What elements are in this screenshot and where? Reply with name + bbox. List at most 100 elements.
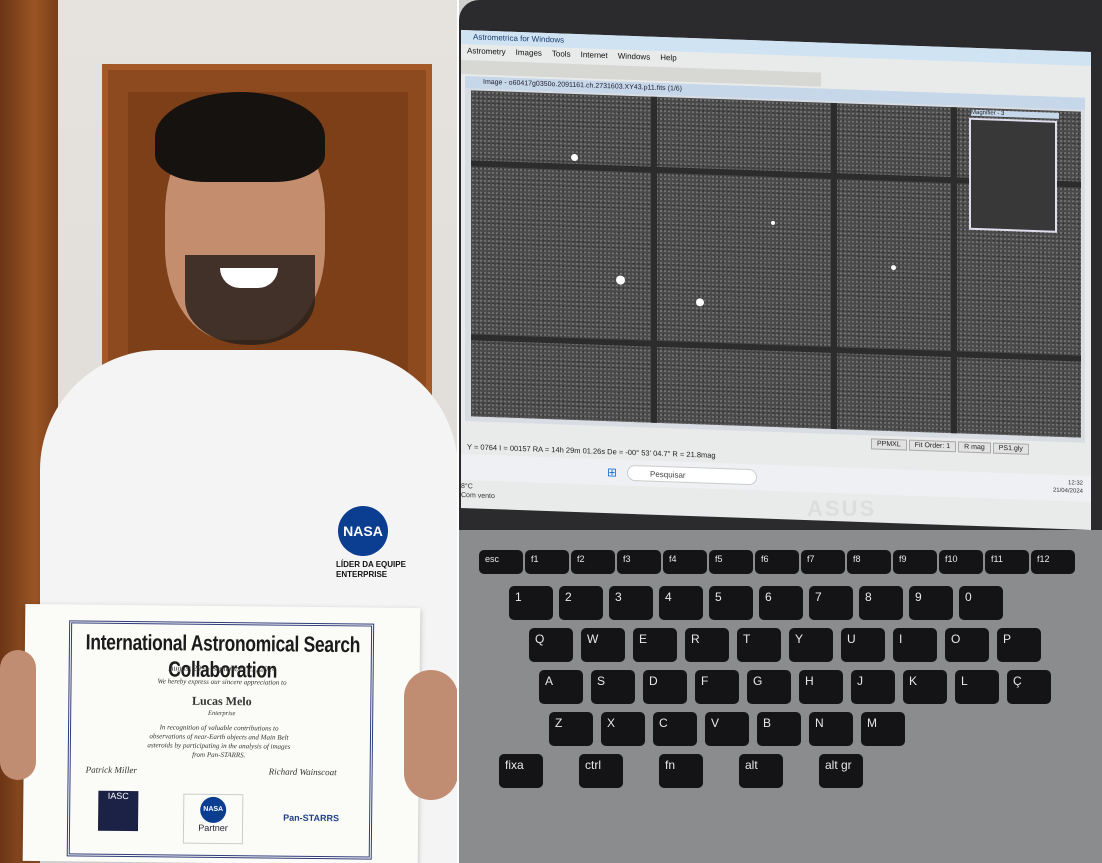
status-bar: PPMXL Fit Order: 1 R mag PS1.gly [871,438,1029,455]
menu-astrometry[interactable]: Astrometry [467,46,506,59]
keyboard-key[interactable]: f4 [663,550,707,574]
keyboard-key[interactable]: f5 [709,550,753,574]
keyboard-key[interactable]: f12 [1031,550,1075,574]
iasc-logo: IASC [97,790,139,832]
keyboard-key[interactable]: I [893,628,937,662]
keyboard-key[interactable]: M [861,712,905,746]
keyboard-key[interactable]: F [695,670,739,704]
keyboard-key[interactable]: 6 [759,586,803,620]
keyboard-key[interactable]: Z [549,712,593,746]
keyboard-key[interactable]: alt [739,754,783,788]
keyboard-key[interactable]: K [903,670,947,704]
keyboard-key[interactable]: f6 [755,550,799,574]
ccd-gap [471,334,1081,362]
keyboard-key[interactable]: R [685,628,729,662]
keyboard-key[interactable]: C [653,712,697,746]
keyboard-key[interactable]: 1 [509,586,553,620]
left-photo: NASA LÍDER DA EQUIPE ENTERPRISE Internat… [0,0,457,863]
menu-internet[interactable]: Internet [581,50,608,63]
signature-right: Richard Wainscoat [268,766,337,778]
star [696,298,704,307]
status-mag: R mag [958,441,991,454]
keyboard-key[interactable]: 9 [909,586,953,620]
keyboard-key[interactable]: U [841,628,885,662]
keyboard-key[interactable]: P [997,628,1041,662]
keyboard-key[interactable]: D [643,670,687,704]
keyboard-key[interactable]: G [747,670,791,704]
status-fit-order: Fit Order: 1 [908,439,957,453]
certificate: International Astronomical Search Collab… [22,603,421,863]
menu-help[interactable]: Help [660,53,676,66]
nasa-shirt-logo: NASA [338,506,388,556]
keyboard-key[interactable]: W [581,628,625,662]
weather-text: Com vento [461,492,495,501]
windows-start-icon[interactable]: ⊞ [607,465,619,479]
menu-images[interactable]: Images [516,48,542,61]
laptop-screen-bezel: Astrometrica for Windows Astrometry Imag… [459,0,1102,560]
keyboard-key[interactable]: f3 [617,550,661,574]
weather-widget[interactable]: 8°C Com vento [461,482,495,501]
keyboard-key[interactable]: B [757,712,801,746]
nasa-logo-mini: NASA [200,796,227,824]
keyboard-key[interactable]: f11 [985,550,1029,574]
keyboard-key[interactable]: O [945,628,989,662]
keyboard-key[interactable]: 5 [709,586,753,620]
keyboard-key[interactable]: J [851,670,895,704]
keyboard-key[interactable]: L [955,670,999,704]
keyboard-key[interactable]: H [799,670,843,704]
left-hand [0,650,36,780]
keyboard-key[interactable]: fixa [499,754,543,788]
star [616,275,625,285]
keyboard-key[interactable]: V [705,712,749,746]
keyboard-key[interactable]: fn [659,754,703,788]
image-window: Image - o60417g0350o.2091161.ch.2731603.… [465,76,1085,443]
taskbar-search[interactable]: Pesquisar [627,464,757,486]
menu-windows[interactable]: Windows [618,51,650,64]
keyboard-key[interactable]: N [809,712,853,746]
keyboard-key[interactable]: f8 [847,550,891,574]
keyboard-key[interactable]: A [539,670,583,704]
star-field-image[interactable]: Magnifier - 3 [471,90,1081,438]
shirt-caption-line1: LÍDER DA EQUIPE [336,560,406,569]
keyboard-key[interactable]: Ç [1007,670,1051,704]
menu-tools[interactable]: Tools [552,49,571,62]
keyboard-key[interactable]: E [633,628,677,662]
pan-starrs-logo: Pan-STARRS [283,812,340,824]
keyboard-key[interactable]: T [737,628,781,662]
status-catalog: PPMXL [871,438,907,451]
keyboard-key[interactable]: f1 [525,550,569,574]
keyboard-key[interactable]: 3 [609,586,653,620]
shirt-caption-line2: ENTERPRISE [336,570,388,579]
laptop-keyboard: esc f1 f2 f3 f4 f5 f6 f7 f8 f9 f10 f11 f12 1 2 3 4 5 6 7 8 9 0… [459,530,1102,863]
keyboard-key[interactable]: f9 [893,550,937,574]
keyboard-key[interactable]: 2 [559,586,603,620]
keyboard-key[interactable]: S [591,670,635,704]
right-photo: Astrometrica for Windows Astrometry Imag… [459,0,1102,863]
keyboard-key[interactable]: ctrl [579,754,623,788]
keyboard-key[interactable]: esc [479,550,523,574]
keyboard-key[interactable]: f10 [939,550,983,574]
star [571,153,578,162]
ccd-gap [951,107,957,434]
keyboard-key[interactable]: X [601,712,645,746]
keyboard-key[interactable]: 0 [959,586,1003,620]
star [771,220,775,225]
partner-caption: Partner [198,822,228,834]
keyboard-key[interactable]: Q [529,628,573,662]
signature-left: Patrick Miller [85,764,137,776]
magnifier-title: Magnifier - 3 [971,109,1059,119]
magnifier-window[interactable]: Magnifier - 3 [969,109,1059,233]
nasa-partner-logo: NASA Partner [182,793,244,845]
star [891,265,896,271]
keyboard-key[interactable]: alt gr [819,754,863,788]
keyboard-key[interactable]: f2 [571,550,615,574]
keyboard-key[interactable]: 7 [809,586,853,620]
asus-logo: ASUS [807,496,877,521]
laptop-screen: Astrometrica for Windows Astrometry Imag… [461,30,1091,531]
clock: 12:32 21/04/2024 [1053,479,1083,496]
keyboard-key[interactable]: f7 [801,550,845,574]
keyboard-key[interactable]: 8 [859,586,903,620]
keyboard-key[interactable]: 4 [659,586,703,620]
keyboard-key[interactable]: Y [789,628,833,662]
certificate-body: In recognition of valuable contributions… [147,723,291,760]
